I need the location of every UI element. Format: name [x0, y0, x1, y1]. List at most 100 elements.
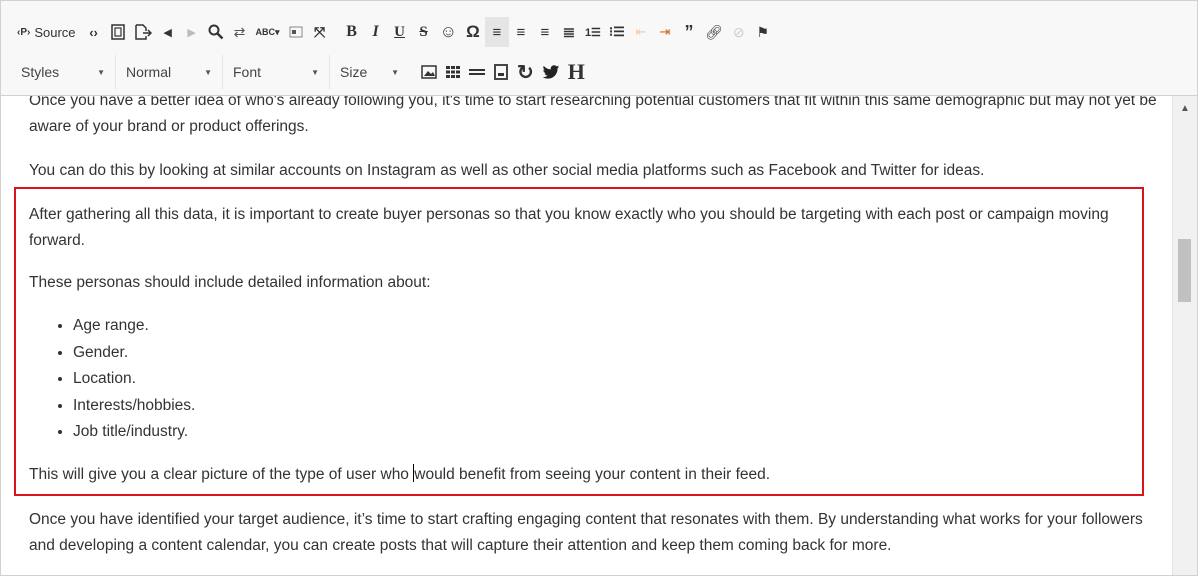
refresh-button[interactable]: ↻: [513, 57, 538, 87]
code-icon: ‹›: [89, 24, 98, 40]
size-dropdown[interactable]: Size ▼: [330, 55, 409, 89]
toolbar-group-styles: Styles ▼ Normal ▼ Font ▼ Size ▼: [11, 54, 409, 90]
list-item: Location.: [73, 366, 195, 393]
indent-icon: ⇥: [659, 24, 671, 39]
justify-icon: ≣: [562, 24, 576, 41]
redo-button[interactable]: ▶: [180, 17, 204, 47]
align-right-icon: ≡: [540, 23, 550, 41]
toolbar-group-format: B I U S ☺ Ω ≡ ≡ ≡ ≣ 1☰ ⁝☰ ⇤ ⇥ ” 🔗︎ ⊘ ⚑: [339, 14, 775, 50]
source-icon: ‹P›: [17, 26, 31, 38]
maximize-button[interactable]: ⤧: [308, 17, 332, 47]
unlink-icon: ⊘: [732, 23, 745, 40]
twitter-button[interactable]: [538, 57, 564, 87]
vertical-scrollbar[interactable]: ▲: [1172, 96, 1197, 575]
rich-text-editor: ‹P› Source ‹› ◀ ▶ ⇄ ABC▾ ⤧ B I U S ☺ Ω ≡…: [0, 0, 1198, 576]
styles-dropdown-label: Styles: [21, 64, 60, 80]
toolbar-row-2: Styles ▼ Normal ▼ Font ▼ Size ▼ ↻ H: [11, 54, 597, 90]
toolbar-row-1: ‹P› Source ‹› ◀ ▶ ⇄ ABC▾ ⤧ B I U S ☺ Ω ≡…: [11, 14, 783, 50]
smiley-icon: ☺: [439, 22, 457, 41]
link-button[interactable]: 🔗︎: [701, 17, 727, 47]
select-all-icon: [289, 26, 303, 38]
toolbar-group-insert: ↻ H: [417, 54, 589, 90]
page-break-icon: [494, 64, 508, 80]
chevron-down-icon: ▼: [391, 67, 399, 77]
table-button[interactable]: [441, 57, 465, 87]
bulleted-list-icon: ⁝☰: [609, 24, 625, 39]
scroll-up-arrow-icon[interactable]: ▲: [1173, 98, 1197, 118]
strikethrough-button[interactable]: S: [412, 17, 436, 47]
page-break-button[interactable]: [489, 57, 513, 87]
outdent-icon: ⇤: [635, 24, 647, 39]
horizontal-rule-icon: [469, 69, 485, 75]
paragraph: These personas should include detailed i…: [29, 274, 431, 291]
find-button[interactable]: [204, 17, 228, 47]
spellcheck-button[interactable]: ABC▾: [252, 17, 284, 47]
justify-button[interactable]: ≣: [557, 17, 581, 47]
font-dropdown[interactable]: Font ▼: [223, 55, 330, 89]
link-icon: 🔗︎: [704, 23, 723, 40]
list-item: Age range.: [73, 313, 195, 340]
paragraph: Once you have a better idea of who's alr…: [29, 96, 1157, 135]
paragraph: Once you have identified your target aud…: [29, 511, 1143, 554]
undo-button[interactable]: ◀: [156, 17, 180, 47]
replace-icon: ⇄: [233, 23, 246, 40]
paragraph: After gathering all this data, it is imp…: [29, 206, 1109, 249]
triangle-left-icon: ◀: [163, 26, 172, 39]
list-item: Job title/industry.: [73, 419, 195, 446]
indent-button[interactable]: ⇥: [653, 17, 677, 47]
styles-dropdown[interactable]: Styles ▼: [11, 55, 116, 89]
bullet-list: Age range. Gender. Location. Interests/h…: [29, 313, 195, 446]
outdent-button[interactable]: ⇤: [629, 17, 653, 47]
underline-button[interactable]: U: [388, 17, 412, 47]
export-button[interactable]: [130, 17, 156, 47]
image-icon: [421, 65, 437, 79]
bulleted-list-button[interactable]: ⁝☰: [605, 17, 629, 47]
emoji-button[interactable]: ☺: [436, 17, 461, 47]
heading-button[interactable]: H: [564, 57, 589, 87]
maximize-icon: ⤧: [313, 23, 326, 40]
align-left-button[interactable]: ≡: [484, 17, 509, 47]
image-button[interactable]: [417, 57, 441, 87]
select-all-button[interactable]: [284, 17, 308, 47]
list-item: Gender.: [73, 340, 195, 367]
unlink-button[interactable]: ⊘: [727, 17, 751, 47]
replace-button[interactable]: ⇄: [228, 17, 252, 47]
blockquote-button[interactable]: ”: [677, 17, 701, 47]
format-dropdown[interactable]: Normal ▼: [116, 55, 223, 89]
editor-content[interactable]: Once you have a better idea of who's alr…: [1, 96, 1173, 575]
align-left-icon: ≡: [492, 23, 502, 41]
quote-icon: ”: [684, 21, 694, 42]
bold-button[interactable]: B: [340, 17, 364, 47]
scrollbar-thumb[interactable]: [1178, 239, 1191, 302]
export-icon: [134, 24, 152, 40]
special-char-button[interactable]: Ω: [461, 17, 485, 47]
align-center-icon: ≡: [516, 23, 526, 41]
format-dropdown-label: Normal: [126, 64, 172, 80]
numbered-list-button[interactable]: 1☰: [581, 17, 605, 47]
spellcheck-icon: ABC▾: [255, 26, 280, 37]
font-dropdown-label: Font: [233, 64, 262, 80]
italic-button[interactable]: I: [364, 17, 388, 47]
source-button[interactable]: ‹P› Source: [11, 17, 82, 47]
code-snippet-button[interactable]: ‹›: [82, 17, 106, 47]
anchor-button[interactable]: ⚑: [751, 17, 775, 47]
save-icon: [110, 24, 125, 40]
paragraph: This will give you a clear picture of th…: [29, 462, 1164, 488]
toolbar-group-document: ‹P› Source ‹› ◀ ▶ ⇄ ABC▾ ⤧: [11, 14, 332, 50]
chevron-down-icon: ▼: [97, 67, 105, 77]
refresh-icon: ↻: [517, 61, 534, 84]
align-right-button[interactable]: ≡: [533, 17, 557, 47]
source-button-label: Source: [34, 24, 76, 40]
align-center-button[interactable]: ≡: [509, 17, 533, 47]
paragraph-text-before-caret: This will give you a clear picture of th…: [29, 466, 414, 483]
horizontal-rule-button[interactable]: [465, 57, 489, 87]
chevron-down-icon: ▼: [204, 67, 212, 77]
save-button[interactable]: [106, 17, 130, 47]
list-item: Interests/hobbies.: [73, 393, 195, 420]
flag-icon: ⚑: [756, 23, 769, 40]
table-icon: [446, 66, 460, 78]
search-icon: [208, 24, 223, 40]
triangle-right-icon: ▶: [187, 26, 196, 39]
paragraph: You can do this by looking at similar ac…: [29, 162, 985, 179]
chevron-down-icon: ▼: [311, 67, 319, 77]
